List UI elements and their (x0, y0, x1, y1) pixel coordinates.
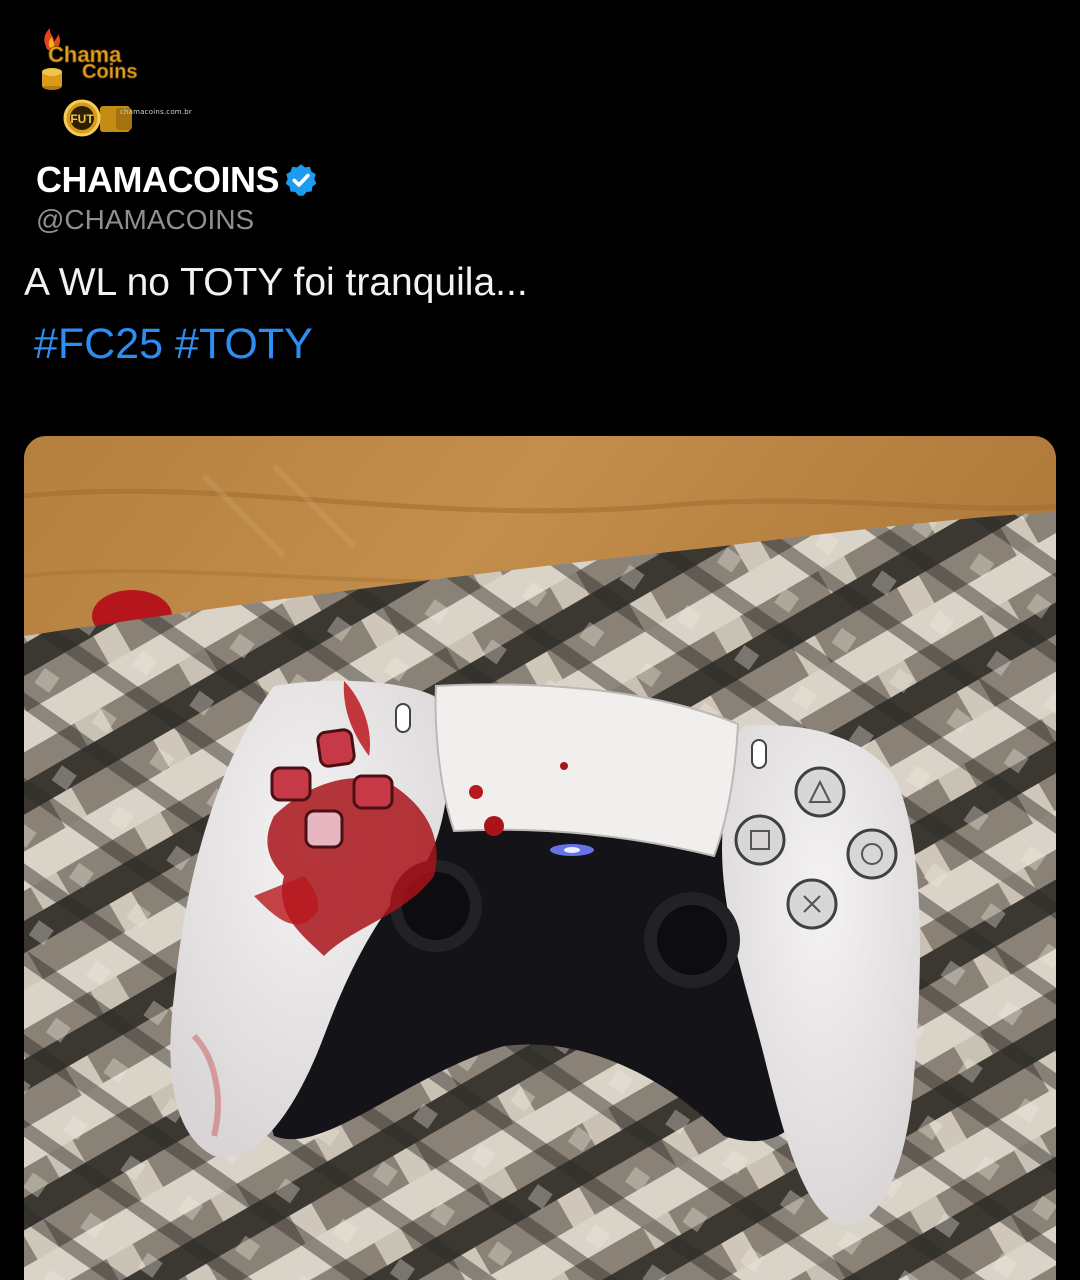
hashtags: #FC25 #TOTY (34, 318, 313, 370)
display-name[interactable]: CHAMACOINS (36, 158, 280, 202)
logo-site-url: chamacoins.com.br (120, 108, 192, 116)
hashtag-fc25[interactable]: #FC25 (34, 320, 163, 368)
coin-stack-icon (42, 68, 62, 90)
chamacoins-logo: Chama Coins FUT chamacoins.com.br (36, 28, 192, 140)
svg-text:FUT: FUT (70, 112, 94, 126)
tweet-text: A WL no TOTY foi tranquila... (24, 261, 528, 304)
user-handle[interactable]: @CHAMACOINS (36, 203, 254, 237)
triangle-button-icon (794, 766, 846, 818)
square-button-icon (734, 814, 786, 866)
fut-coin-icon: FUT (63, 99, 132, 137)
circle-button-icon (846, 828, 898, 880)
tweet-media-photo[interactable] (24, 436, 1056, 1280)
hashtag-toty[interactable]: #TOTY (175, 320, 313, 368)
tweet-author[interactable]: CHAMACOINS (36, 158, 319, 202)
logo-text-line2: Coins (82, 61, 138, 83)
verified-badge-icon (285, 164, 317, 196)
